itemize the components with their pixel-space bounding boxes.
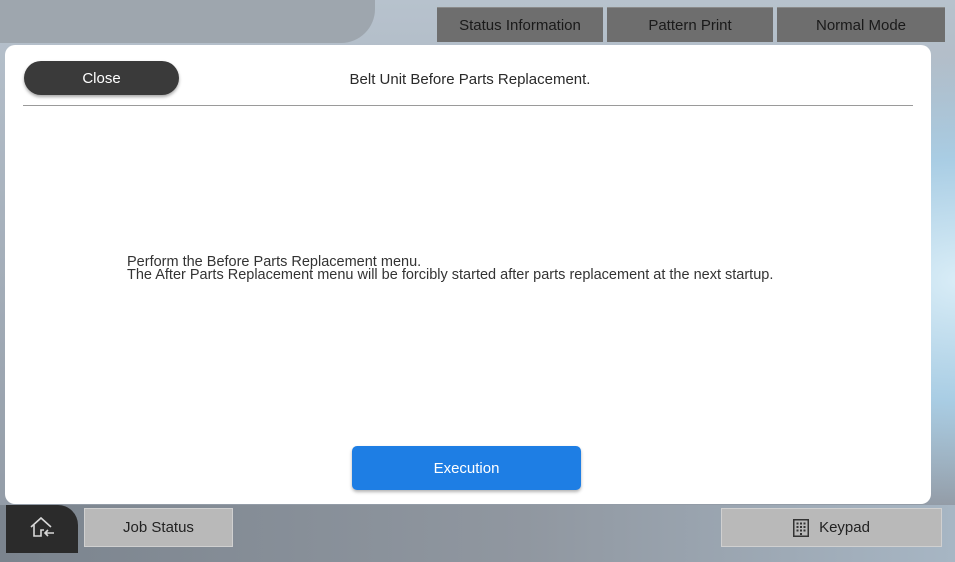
tab-label: Status Information [459, 16, 581, 34]
tab-label: Normal Mode [815, 16, 907, 34]
dialog-panel: Close Belt Unit Before Parts Replacement… [5, 45, 931, 504]
tab-pattern-print[interactable]: Pattern Print [607, 7, 773, 42]
tab-normal-mode[interactable]: Normal Mode [777, 7, 945, 42]
home-button[interactable] [6, 505, 78, 553]
execution-button-label: Execution [433, 459, 500, 477]
dialog-title: Belt Unit Before Parts Replacement. [349, 71, 591, 88]
title-divider [23, 105, 913, 106]
close-button-label: Close [82, 69, 121, 87]
keypad-label: Keypad [819, 519, 870, 536]
header-left-shape [0, 0, 375, 43]
job-status-button[interactable]: Job Status [84, 508, 233, 547]
dialog-message: Perform the Before Parts Replacement men… [127, 255, 827, 283]
execution-button[interactable]: Execution [352, 446, 581, 490]
message-line: The After Parts Replacement menu will be… [127, 267, 774, 283]
close-button[interactable]: Close [24, 61, 179, 95]
tab-status-information[interactable]: Status Information [437, 7, 603, 42]
keypad-icon [793, 518, 810, 537]
job-status-label: Job Status [123, 519, 194, 536]
tab-label: Pattern Print [648, 16, 732, 34]
keypad-button[interactable]: Keypad [721, 508, 942, 547]
home-back-icon [28, 515, 56, 544]
